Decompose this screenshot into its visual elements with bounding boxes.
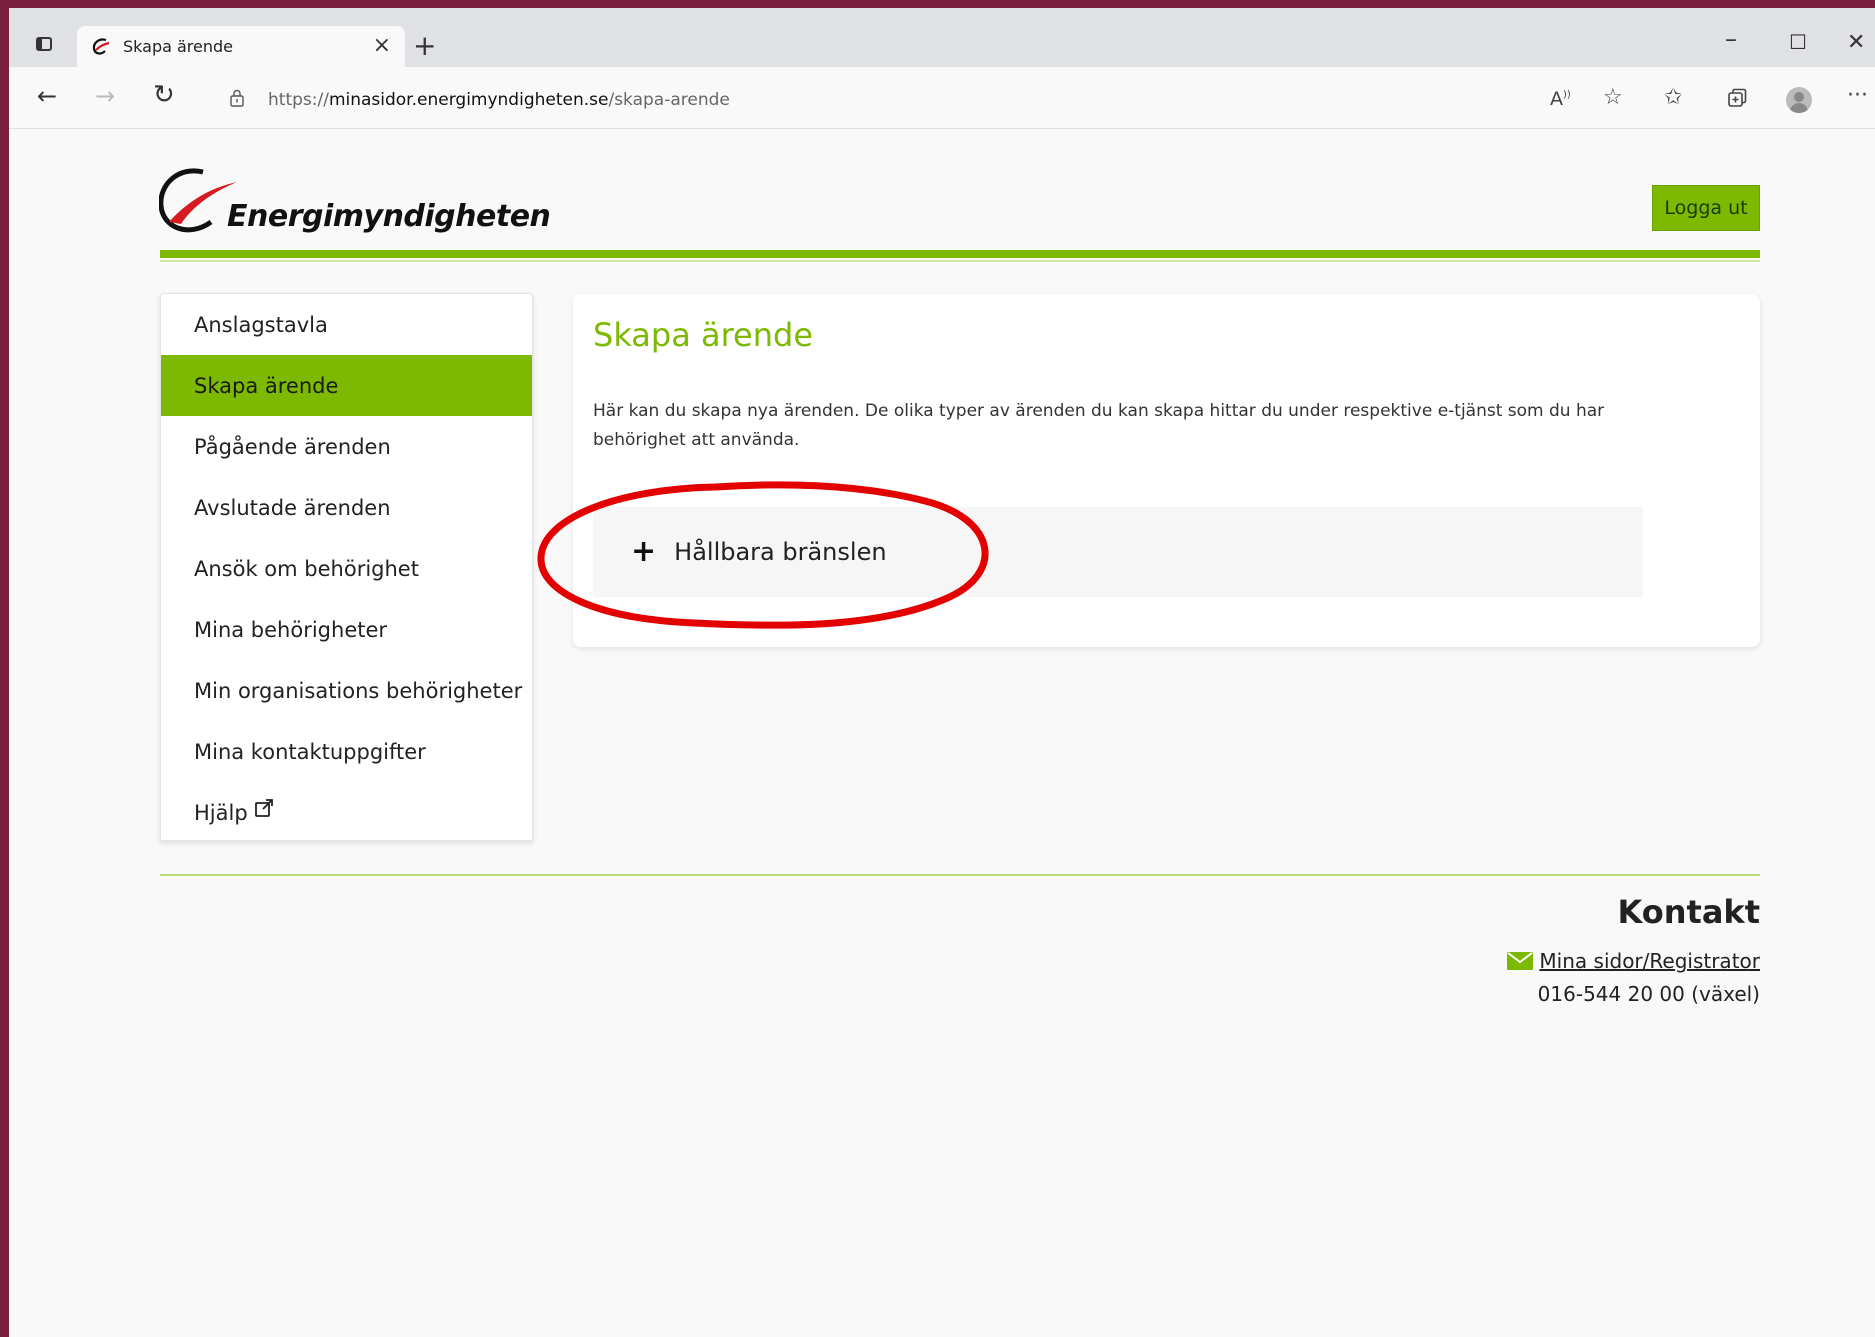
- sidebar-item-label: Mina kontaktuppgifter: [194, 739, 426, 764]
- tab-actions-icon[interactable]: [33, 34, 55, 54]
- sidebar-item-pagaende-arenden[interactable]: Pågående ärenden: [161, 416, 532, 477]
- tab-close-icon[interactable]: ×: [373, 33, 391, 58]
- sidebar-item-mina-behorigheter[interactable]: Mina behörigheter: [161, 599, 532, 660]
- back-icon[interactable]: ←: [37, 84, 57, 108]
- logo-text: Energimyndigheten: [227, 199, 551, 234]
- url-field[interactable]: https://minasidor.energimyndigheten.se/s…: [268, 90, 730, 110]
- url-prefix: https://: [268, 90, 329, 110]
- sidebar-item-label: Mina behörigheter: [194, 617, 388, 642]
- sidebar-item-hjalp[interactable]: Hjälp: [161, 782, 532, 843]
- forward-icon[interactable]: →: [95, 84, 115, 108]
- sidebar-item-min-organisations-behorigheter[interactable]: Min organisations behörigheter: [161, 660, 532, 721]
- url-domain: minasidor.energimyndigheten.se: [328, 90, 609, 110]
- window-close-icon[interactable]: ✕: [1847, 30, 1865, 55]
- tab-title: Skapa ärende: [123, 37, 234, 56]
- browser-window: Skapa ärende × + – ☐ ✕ ← → ↻ https://min…: [9, 8, 1875, 1337]
- footer-divider: [160, 874, 1760, 876]
- main-card: Skapa ärende Här kan du skapa nya ärende…: [573, 294, 1760, 647]
- sidebar-item-anslagstavla[interactable]: Anslagstavla: [161, 294, 532, 355]
- url-path: /skapa-arende: [608, 90, 730, 110]
- header-divider-thin: [160, 260, 1760, 262]
- contact-title: Kontakt: [1617, 893, 1760, 931]
- address-bar: ← → ↻ https://minasidor.energimyndighete…: [9, 67, 1875, 129]
- contact-registrator-link[interactable]: Mina sidor/Registrator: [1539, 949, 1760, 973]
- maximize-icon[interactable]: ☐: [1789, 30, 1807, 54]
- collections-icon[interactable]: [1726, 87, 1748, 109]
- lock-icon[interactable]: [230, 89, 244, 107]
- reload-icon[interactable]: ↻: [153, 82, 175, 108]
- page-description: Här kan du skapa nya ärenden. De olika t…: [593, 401, 1605, 450]
- sidebar-item-label: Hjälp: [194, 800, 248, 825]
- sidebar-item-label: Avslutade ärenden: [194, 495, 391, 520]
- contact-phone: 016-544 20 00 (växel): [1537, 982, 1760, 1006]
- accordion-hallbara-branslen[interactable]: + Hållbara bränslen: [593, 507, 1643, 597]
- contact-link-row: Mina sidor/Registrator: [1507, 949, 1760, 973]
- more-icon[interactable]: ···: [1847, 83, 1868, 108]
- sidebar-item-label: Anslagstavla: [194, 312, 328, 337]
- sidebar-nav: Anslagstavla Skapa ärende Pågående ärend…: [160, 293, 533, 841]
- sidebar-item-avslutade-arenden[interactable]: Avslutade ärenden: [161, 477, 532, 538]
- sidebar-item-label: Pågående ärenden: [194, 434, 391, 459]
- tab-strip: Skapa ärende × + – ☐ ✕: [9, 8, 1875, 67]
- header-divider: [160, 250, 1760, 258]
- page-content: Energimyndigheten Logga ut Anslagstavla …: [9, 129, 1875, 1337]
- external-link-icon: [254, 798, 273, 817]
- minimize-icon[interactable]: –: [1725, 25, 1737, 53]
- sidebar-item-label: Ansök om behörighet: [194, 556, 419, 581]
- sidebar-item-label: Min organisations behörigheter: [194, 678, 523, 703]
- plus-icon: +: [631, 534, 657, 569]
- tab-skapa-arende[interactable]: Skapa ärende ×: [77, 26, 405, 67]
- mail-icon: [1507, 952, 1534, 970]
- sidebar-item-label: Skapa ärende: [194, 373, 339, 398]
- sidebar-item-ansok-om-behorighet[interactable]: Ansök om behörighet: [161, 538, 532, 599]
- sidebar-item-mina-kontaktuppgifter[interactable]: Mina kontaktuppgifter: [161, 721, 532, 782]
- read-aloud-icon[interactable]: A)): [1550, 88, 1571, 110]
- sidebar-item-skapa-arende[interactable]: Skapa ärende: [161, 355, 532, 416]
- favorites-icon[interactable]: ✩: [1664, 85, 1682, 110]
- profile-icon[interactable]: [1786, 87, 1812, 113]
- energimyndigheten-favicon-icon: [92, 38, 110, 55]
- accordion-label: Hållbara bränslen: [674, 538, 887, 566]
- new-tab-icon[interactable]: +: [413, 32, 436, 60]
- favorite-add-icon[interactable]: ☆: [1603, 85, 1623, 110]
- page-title: Skapa ärende: [593, 316, 814, 354]
- logout-button[interactable]: Logga ut: [1652, 185, 1760, 231]
